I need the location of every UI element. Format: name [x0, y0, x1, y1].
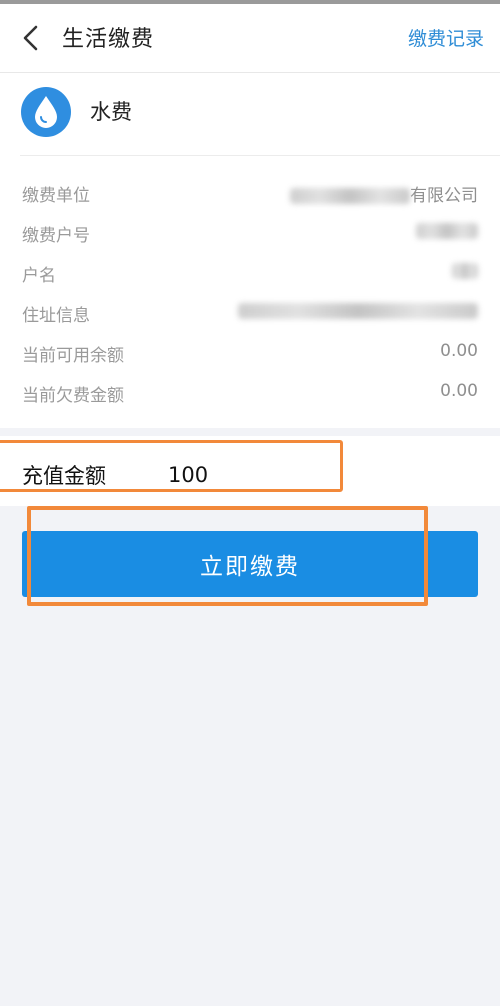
holder-label: 户名 — [22, 266, 56, 286]
arrears-value: 0.00 — [440, 381, 478, 401]
redacted-text — [238, 303, 478, 319]
fee-type-name: 水费 — [90, 100, 132, 124]
fee-type-header: 水费 — [0, 73, 500, 155]
holder-value — [452, 261, 478, 281]
highlight-box-amount — [0, 440, 343, 492]
divider — [20, 155, 500, 156]
navigation-bar: 生活缴费 缴费记录 — [0, 4, 500, 73]
balance-value: 0.00 — [440, 341, 478, 361]
payment-history-link[interactable]: 缴费记录 — [408, 24, 484, 51]
unit-value-suffix: 有限公司 — [410, 186, 478, 206]
address-label: 住址信息 — [22, 306, 90, 326]
redacted-text — [452, 263, 478, 279]
info-row-holder: 户名 — [0, 253, 500, 293]
account-label: 缴费户号 — [22, 226, 90, 246]
info-row-arrears: 当前欠费金额 0.00 — [0, 373, 500, 413]
unit-value: 有限公司 — [290, 181, 478, 206]
info-row-address: 住址信息 — [0, 293, 500, 333]
address-value — [238, 301, 478, 321]
back-arrow-icon[interactable] — [18, 24, 46, 52]
page-title: 生活缴费 — [62, 27, 155, 52]
bill-info-card: 水费 缴费单位 有限公司 缴费户号 户名 住址信息 当前可用余额 0.00 当前… — [0, 73, 500, 428]
redacted-text — [290, 188, 410, 204]
unit-label: 缴费单位 — [22, 186, 90, 206]
highlight-box-button — [27, 506, 428, 606]
account-value — [416, 221, 478, 241]
water-drop-icon — [21, 87, 71, 137]
info-row-account: 缴费户号 — [0, 213, 500, 253]
balance-label: 当前可用余额 — [22, 346, 124, 366]
info-row-unit: 缴费单位 有限公司 — [0, 173, 500, 213]
info-row-balance: 当前可用余额 0.00 — [0, 333, 500, 373]
redacted-text — [416, 223, 478, 239]
arrears-label: 当前欠费金额 — [22, 386, 124, 406]
